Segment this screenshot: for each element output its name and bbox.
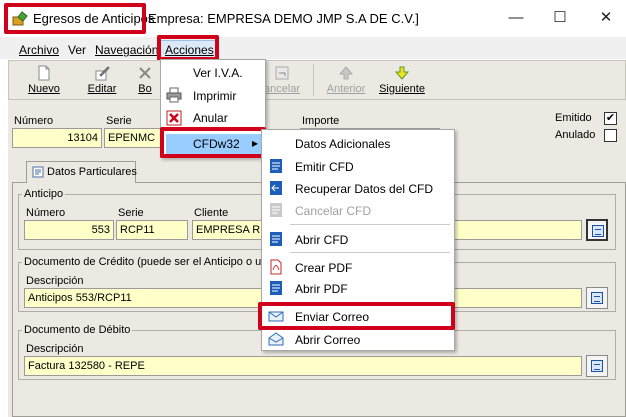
menu-archivo[interactable]: Archivo bbox=[19, 43, 59, 57]
debito-group-title: Documento de Débito bbox=[22, 324, 133, 336]
toolbar-separator bbox=[313, 64, 314, 96]
anticipo-cliente-label: Cliente bbox=[194, 207, 229, 219]
nuevo-button[interactable]: Nuevo bbox=[14, 61, 74, 101]
enviar-correo-highlight-box bbox=[258, 302, 455, 330]
anticipo-lookup-button[interactable] bbox=[586, 219, 608, 241]
tab-label: Datos Particulares bbox=[47, 166, 137, 178]
new-document-icon bbox=[38, 65, 50, 81]
emitido-label: Emitido bbox=[555, 112, 592, 124]
anulado-checkbox[interactable] bbox=[604, 129, 617, 142]
maximize-button[interactable]: ☐ bbox=[548, 6, 572, 30]
menu-crear-pdf[interactable]: Crear PDF bbox=[295, 261, 352, 275]
serie-label: Serie bbox=[106, 115, 132, 127]
cfdw32-highlight-box bbox=[160, 127, 266, 158]
cancel-x-icon bbox=[166, 110, 182, 126]
recover-icon bbox=[270, 181, 282, 195]
credito-group-title: Documento de Crédito (puede ser el Antic… bbox=[22, 256, 270, 268]
debito-desc-label: Descripción bbox=[26, 343, 84, 355]
editar-label: Editar bbox=[87, 83, 117, 95]
anterior-label: Anterior bbox=[326, 83, 366, 95]
menu-imprimir[interactable]: Imprimir bbox=[193, 89, 236, 103]
anterior-button[interactable]: Anterior bbox=[316, 61, 376, 101]
menu-ver[interactable]: Ver bbox=[68, 43, 86, 57]
acciones-highlight-box bbox=[157, 35, 219, 61]
lookup-icon bbox=[592, 225, 604, 237]
submenu-separator bbox=[290, 224, 450, 225]
siguiente-button[interactable]: Siguiente bbox=[372, 61, 432, 101]
anticipo-numero-label: Número bbox=[26, 207, 66, 219]
numero-label: Número bbox=[14, 115, 54, 127]
importe-label: Importe bbox=[302, 115, 340, 127]
printer-icon bbox=[166, 87, 182, 103]
menu-recuperar-datos[interactable]: Recuperar Datos del CFD bbox=[295, 182, 433, 196]
menu-abrir-cfd[interactable]: Abrir CFD bbox=[295, 233, 348, 247]
borrar-button[interactable]: Bo bbox=[128, 61, 162, 101]
debito-lookup-button[interactable] bbox=[586, 355, 608, 377]
anticipo-group-title: Anticipo bbox=[22, 188, 66, 200]
anticipo-serie-label: Serie bbox=[118, 207, 144, 219]
submenu-separator bbox=[290, 252, 450, 253]
minimize-button[interactable]: — bbox=[504, 6, 528, 30]
emitido-checkbox[interactable]: ✔ bbox=[604, 112, 617, 125]
delete-icon bbox=[139, 67, 151, 79]
menu-navegacion[interactable]: Navegación bbox=[95, 43, 158, 57]
open-pdf-icon bbox=[270, 281, 282, 295]
nuevo-label: Nuevo bbox=[28, 83, 60, 95]
pdf-icon bbox=[270, 259, 282, 275]
arrow-down-icon bbox=[394, 66, 410, 80]
title-highlight-box bbox=[4, 3, 146, 34]
menu-abrir-pdf[interactable]: Abrir PDF bbox=[295, 282, 348, 296]
menu-datos-adicionales[interactable]: Datos Adicionales bbox=[295, 137, 390, 151]
lookup-icon bbox=[591, 360, 603, 372]
menu-emitir-cfd[interactable]: Emitir CFD bbox=[295, 160, 354, 174]
cancel-cfd-icon bbox=[270, 203, 282, 217]
menu-abrir-correo[interactable]: Abrir Correo bbox=[295, 333, 360, 347]
edit-icon bbox=[95, 66, 110, 81]
credito-desc-label: Descripción bbox=[26, 275, 84, 287]
tab-icon bbox=[32, 166, 44, 178]
cfd-doc-icon bbox=[270, 159, 282, 173]
arrow-up-icon bbox=[338, 66, 354, 80]
debito-desc-field[interactable]: Factura 132580 - REPE bbox=[24, 356, 582, 376]
credito-lookup-button[interactable] bbox=[586, 287, 608, 309]
menu-anular[interactable]: Anular bbox=[193, 111, 228, 125]
serie-field[interactable]: EPENMC bbox=[104, 128, 164, 148]
anticipo-numero-field[interactable]: 553 bbox=[24, 220, 114, 240]
menu-bar bbox=[0, 37, 626, 59]
menu-cancelar-cfd[interactable]: Cancelar CFD bbox=[295, 204, 371, 218]
siguiente-label: Siguiente bbox=[379, 83, 425, 95]
borrar-label: Bo bbox=[138, 83, 152, 95]
anulado-label: Anulado bbox=[555, 129, 596, 141]
numero-field[interactable]: 13104 bbox=[12, 128, 102, 148]
window-company: Empresa: EMPRESA DEMO JMP S.A DE C.V.] bbox=[148, 11, 419, 26]
open-mail-icon bbox=[268, 332, 284, 346]
anticipo-serie-field[interactable]: RCP11 bbox=[116, 220, 188, 240]
open-cfd-icon bbox=[270, 232, 282, 246]
lookup-icon bbox=[591, 292, 603, 304]
close-button[interactable]: ✕ bbox=[594, 6, 618, 30]
undo-icon bbox=[275, 66, 289, 80]
editar-button[interactable]: Editar bbox=[72, 61, 132, 101]
menu-ver-iva[interactable]: Ver I.V.A. bbox=[193, 66, 243, 80]
